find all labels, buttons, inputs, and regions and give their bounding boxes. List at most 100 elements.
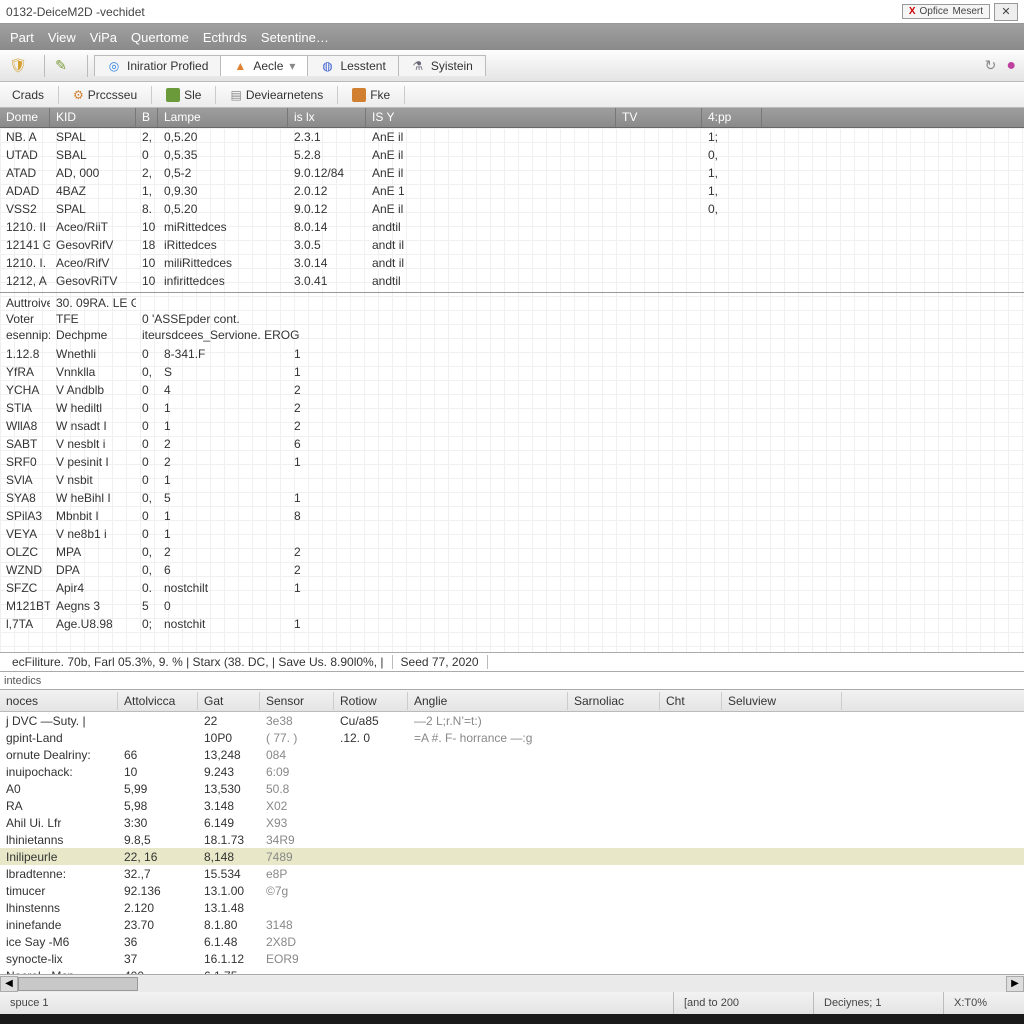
menu-item[interactable]: Ecthrds xyxy=(203,30,247,45)
table-row[interactable]: 1210. IIAceo/RiiT10miRittedces8.0.14andt… xyxy=(0,218,1024,236)
orb-icon[interactable]: ● xyxy=(1006,57,1016,75)
table-row[interactable]: UTADSBAL00,5.355.2.8AnE il0, xyxy=(0,146,1024,164)
col-kid[interactable]: KID xyxy=(50,108,136,127)
tab-lessent[interactable]: ◍ Lesstent xyxy=(307,55,398,76)
list-item[interactable]: Ahil Ui. Lfr3:306.149X93 xyxy=(0,814,1024,831)
bcol-cht[interactable]: Cht xyxy=(660,692,722,710)
table-row[interactable]: OLZCMPA0,22 xyxy=(0,543,1024,561)
table-row[interactable]: 12141 GGesovRifV18iRittedces3.0.5andt il xyxy=(0,236,1024,254)
list-item[interactable]: timucer92.13613.1.00©7g xyxy=(0,882,1024,899)
menu-item[interactable]: Part xyxy=(10,30,34,45)
table-row[interactable]: ADAD4BAZ1,0,9.302.0.12AnE 11, xyxy=(0,182,1024,200)
table-row[interactable]: YfRAVnnklla0,S1 xyxy=(0,363,1024,381)
table-row[interactable]: SABTV nesblt i026 xyxy=(0,435,1024,453)
bottom-tab-label: intedics xyxy=(4,675,41,687)
col-lampe[interactable]: Lampe xyxy=(158,108,288,127)
close-button[interactable]: ✕ xyxy=(994,3,1018,21)
list-item[interactable]: inuipochack:109.2436:09 xyxy=(0,763,1024,780)
target-icon: ◎ xyxy=(107,59,121,73)
taskbar-strip xyxy=(0,1014,1024,1024)
scroll-thumb[interactable] xyxy=(18,977,138,991)
bottom-grid: j DVC —Suty. |223e38Cu/a85—2 L;r.N’=t:)g… xyxy=(0,712,1024,974)
bcol-seluview[interactable]: Seluview xyxy=(722,692,842,710)
table-row[interactable]: 1210. I.Aceo/RifV10miliRittedces3.0.14an… xyxy=(0,254,1024,272)
tab-profile[interactable]: ◎ Iniratior Profied xyxy=(94,55,221,76)
window-control-box[interactable]: X Opfice Mesert xyxy=(902,4,990,19)
gear-icon: ⚙ xyxy=(73,88,84,102)
table-row[interactable]: YCHAV Andblb042 xyxy=(0,381,1024,399)
sub-sle[interactable]: Sle xyxy=(162,88,205,102)
scroll-left-icon[interactable]: ◀ xyxy=(0,976,18,992)
status-line: ecFiliture. 70b, Farl 05.3%, 9. % | Star… xyxy=(0,652,1024,672)
menubar: Part View ViPa Quertome Ecthrds Setentin… xyxy=(0,24,1024,50)
col-isy[interactable]: IS Y xyxy=(366,108,616,127)
table-row[interactable]: WllA8W nsadt I012 xyxy=(0,417,1024,435)
menu-item[interactable]: View xyxy=(48,30,76,45)
bcol-rotiow[interactable]: Rotiow xyxy=(334,692,408,710)
table-row[interactable]: WZNDDPA0,62 xyxy=(0,561,1024,579)
list-item[interactable]: ininefande23.708.1.803148 xyxy=(0,916,1024,933)
table-row[interactable]: SPilA3Mbnbit I018 xyxy=(0,507,1024,525)
sb-mid2: Deciynes; 1 xyxy=(814,992,944,1014)
table-row[interactable]: M121BTAegns 350 xyxy=(0,597,1024,615)
menu-item[interactable]: Quertome xyxy=(131,30,189,45)
col-app[interactable]: 4:pp xyxy=(702,108,762,127)
shield-icon[interactable]: 🛡 xyxy=(8,56,28,76)
tab-label: Iniratior Profied xyxy=(127,59,208,73)
list-item[interactable]: lhinstenns2.12013.1.48 xyxy=(0,899,1024,916)
window-title: 0132-DeiceM2D -vechidet xyxy=(6,5,145,19)
scroll-track[interactable] xyxy=(18,976,1006,992)
list-item[interactable]: RA5,983.148X02 xyxy=(0,797,1024,814)
sub-fke[interactable]: Fke xyxy=(348,88,394,102)
table-row[interactable]: l,7TAAge.U8.980;nostchit1 xyxy=(0,615,1024,633)
bcol-attolvicca[interactable]: Attolvicca xyxy=(118,692,198,710)
table-row[interactable]: 1212, AGesovRiTV10infirittedces3.0.41and… xyxy=(0,272,1024,290)
col-b[interactable]: B xyxy=(136,108,158,127)
col-tv[interactable]: TV xyxy=(616,108,702,127)
menu-item[interactable]: Setentine… xyxy=(261,30,329,45)
bcol-sensor[interactable]: Sensor xyxy=(260,692,334,710)
doc-icon: ▤ xyxy=(230,88,241,102)
list-item[interactable]: Inilipeurle22, 168,1487489 xyxy=(0,848,1024,865)
col-islx[interactable]: is lx xyxy=(288,108,366,127)
info-row: Auttroive30. 09RA. LE Gresst. Eyenetz, xyxy=(0,295,1024,311)
titlebar: 0132-DeiceM2D -vechidet X Opfice Mesert … xyxy=(0,0,1024,24)
bottom-header: noces Attolvicca Gat Sensor Rotiow Angli… xyxy=(0,690,1024,712)
list-item[interactable]: lbradtenne:32.,715.534e8P xyxy=(0,865,1024,882)
sub-crads[interactable]: Crads xyxy=(8,88,48,102)
sub-process[interactable]: ⚙Prccsseu xyxy=(69,88,141,102)
tab-system[interactable]: ⚗ Syistein xyxy=(398,55,486,76)
table-row[interactable]: VEYAV ne8b1 i01 xyxy=(0,525,1024,543)
scrollbar-horizontal[interactable]: ◀ ▶ xyxy=(0,974,1024,992)
table-row[interactable]: 1.12.8Wnethli08-341.F1 xyxy=(0,345,1024,363)
square-green-icon xyxy=(166,88,180,102)
list-item[interactable]: ornute Dealriny:6613,248084 xyxy=(0,746,1024,763)
table-row[interactable]: ATADAD, 0002,0,5-29.0.12/84AnE il1, xyxy=(0,164,1024,182)
tab-alerts[interactable]: ▲ Aecle ▾ xyxy=(220,55,308,76)
bcol-sarnoliac[interactable]: Sarnoliac xyxy=(568,692,660,710)
list-item[interactable]: j DVC —Suty. |223e38Cu/a85—2 L;r.N’=t:) xyxy=(0,712,1024,729)
table-row[interactable]: VSS2SPAL8.0,5.209.0.12AnE il0, xyxy=(0,200,1024,218)
bottom-tab[interactable]: intedics xyxy=(0,672,1024,690)
table-row[interactable]: SVlAV nsbit01 xyxy=(0,471,1024,489)
table-row[interactable]: SRF0V pesinit I021 xyxy=(0,453,1024,471)
list-item[interactable]: synocte-lix3716.1.12EOR9 xyxy=(0,950,1024,967)
menu-item[interactable]: ViPa xyxy=(90,30,117,45)
list-item[interactable]: gpint-Land10P0( 77. ).12. 0 =A #. F- hor… xyxy=(0,729,1024,746)
bcol-gat[interactable]: Gat xyxy=(198,692,260,710)
list-item[interactable]: lhinietanns9.8,518.1.7334R9 xyxy=(0,831,1024,848)
bcol-anglie[interactable]: Anglie xyxy=(408,692,568,710)
bcol-noces[interactable]: noces xyxy=(0,692,118,710)
table-row[interactable]: SFZCApir40.nostchilt1 xyxy=(0,579,1024,597)
wand-icon[interactable]: ✎ xyxy=(51,56,71,76)
list-item[interactable]: A05,9913,53050.8 xyxy=(0,780,1024,797)
sync-icon[interactable]: ↻ xyxy=(985,57,997,74)
list-item[interactable]: ice Say -M6366.1.482X8D xyxy=(0,933,1024,950)
table-row[interactable]: STlAW hediltl012 xyxy=(0,399,1024,417)
sub-devicearnetens[interactable]: ▤Deviearnetens xyxy=(226,88,327,102)
scroll-right-icon[interactable]: ▶ xyxy=(1006,976,1024,992)
col-dome[interactable]: Dome xyxy=(0,108,50,127)
list-item[interactable]: Necrol - Mcn.4006.1.75 xyxy=(0,967,1024,974)
table-row[interactable]: SYA8W heBihl I0,51 xyxy=(0,489,1024,507)
table-row[interactable]: NB. ASPAL2,0,5.202.3.1AnE il1; xyxy=(0,128,1024,146)
